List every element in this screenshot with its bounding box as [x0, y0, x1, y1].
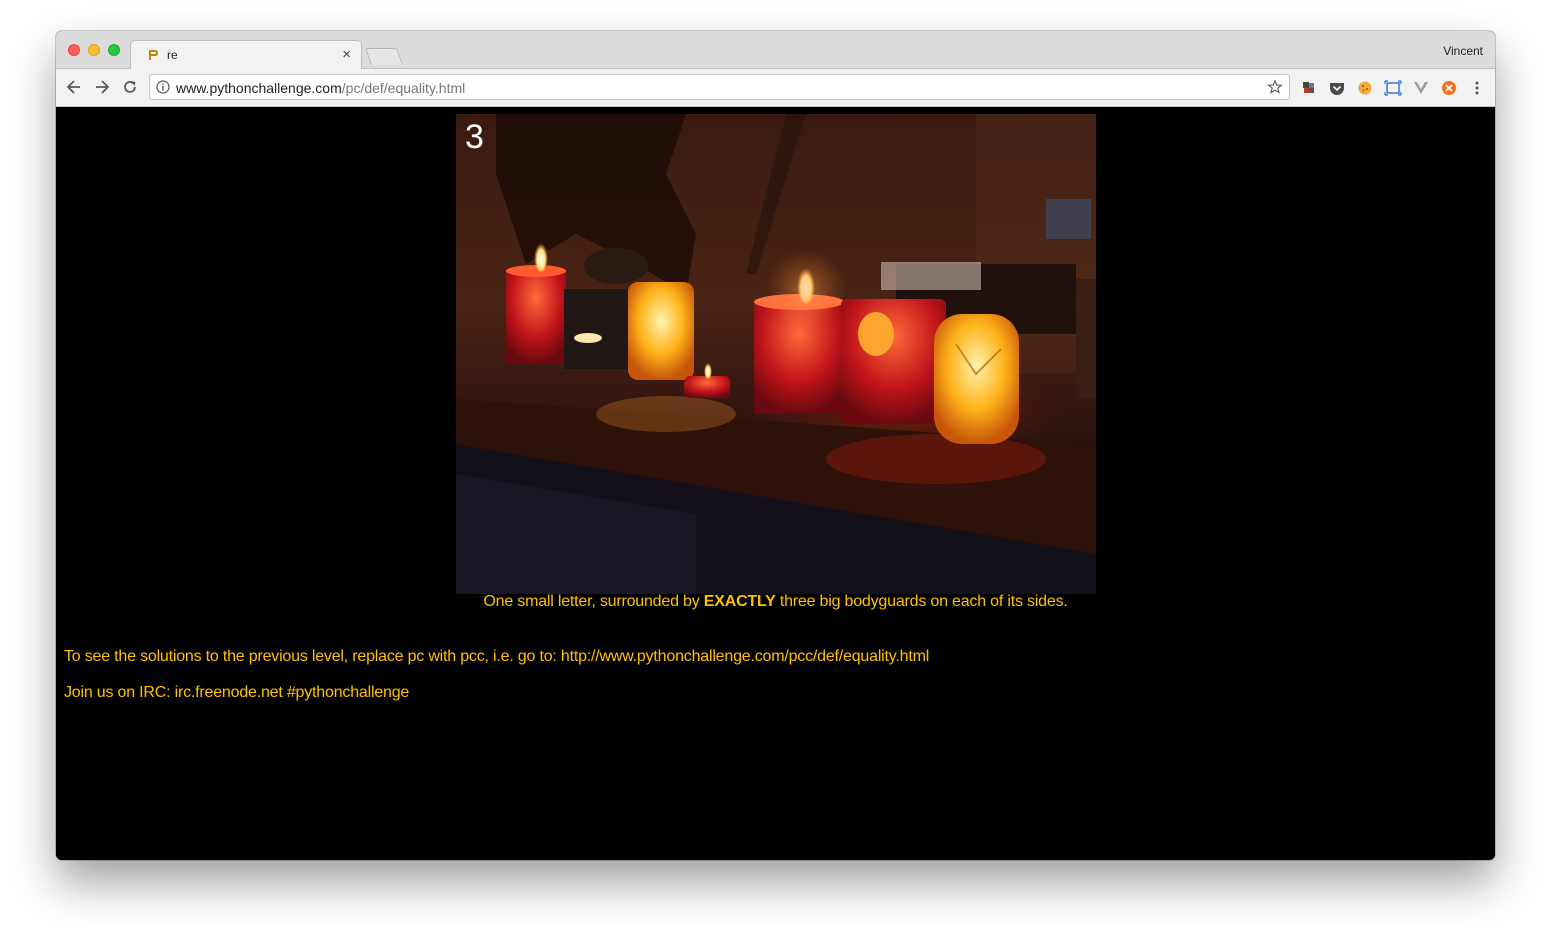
python-favicon-icon [149, 50, 158, 60]
level-number: 3 [465, 118, 484, 156]
puzzle-extension-icon[interactable] [1300, 79, 1318, 97]
url-text[interactable]: www.pythonchallenge.com/pc/def/equality.… [176, 80, 465, 96]
maximize-window-button[interactable] [108, 44, 120, 56]
browser-toolbar: www.pythonchallenge.com/pc/def/equality.… [56, 69, 1495, 107]
solutions-paragraph: To see the solutions to the previous lev… [64, 648, 930, 665]
minimize-window-button[interactable] [88, 44, 100, 56]
title-bar: re × Vincent [56, 31, 1495, 69]
menu-dots-icon[interactable] [1468, 79, 1486, 97]
cookie-icon[interactable] [1356, 79, 1374, 97]
candles-photo[interactable]: 3 [456, 114, 1096, 594]
tab-active[interactable]: re × [130, 40, 362, 69]
pocket-icon[interactable] [1328, 79, 1346, 97]
info-icon[interactable] [156, 80, 170, 94]
caption-start: One small letter, surrounded by [483, 593, 704, 610]
page-content: 3 One small letter, surrounded by EXACTL… [56, 107, 1495, 860]
irc-paragraph: Join us on IRC: irc.freenode.net #python… [64, 684, 410, 701]
url-host: www.pythonchallenge.com [176, 80, 342, 96]
browser-window: re × Vincent www.pythonchallenge.com/pc/… [56, 31, 1495, 860]
new-tab-button[interactable] [364, 48, 404, 65]
caption-end: three big bodyguards on each of its side… [775, 593, 1068, 610]
riddle-caption: One small letter, surrounded by EXACTLY … [56, 593, 1495, 611]
tab-close-icon[interactable]: × [342, 45, 351, 65]
address-bar[interactable]: www.pythonchallenge.com/pc/def/equality.… [149, 74, 1290, 100]
orange-extension-icon[interactable] [1440, 79, 1458, 97]
candles-illustration [456, 114, 1096, 594]
reload-icon[interactable] [120, 77, 140, 97]
bookmark-star-icon[interactable] [1267, 79, 1283, 95]
vue-devtools-icon[interactable] [1412, 79, 1430, 97]
profile-name[interactable]: Vincent [1443, 44, 1483, 58]
back-arrow-icon[interactable] [64, 77, 84, 97]
screen-capture-icon[interactable] [1384, 79, 1402, 97]
tab-title: re [167, 48, 178, 62]
forward-arrow-icon[interactable] [92, 77, 112, 97]
close-window-button[interactable] [68, 44, 80, 56]
caption-bold-word: EXACTLY [703, 593, 776, 610]
url-path: /pc/def/equality.html [341, 80, 466, 96]
